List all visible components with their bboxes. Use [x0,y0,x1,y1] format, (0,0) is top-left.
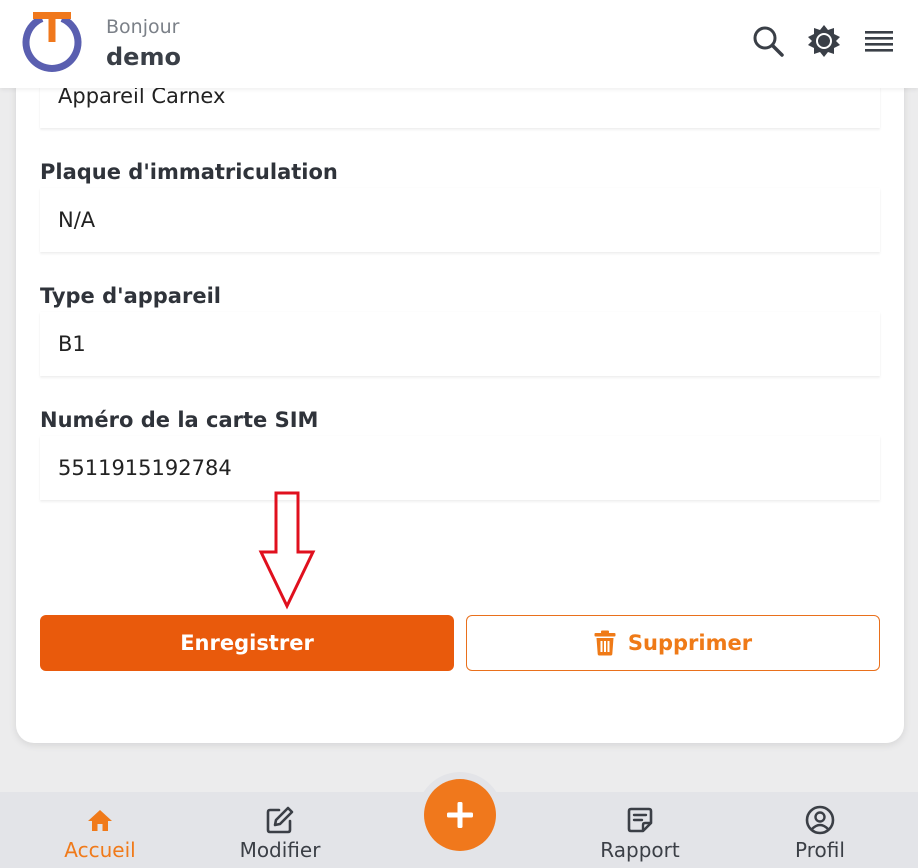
nav-item-accueil[interactable]: Accueil [40,792,160,868]
sim-number-field[interactable]: 5511915192784 [40,436,880,500]
sim-number-label: Numéro de la carte SIM [40,408,319,432]
sim-number-value: 5511915192784 [58,456,232,480]
username-text: demo [106,43,181,71]
nav-item-modifier[interactable]: Modifier [220,792,340,868]
save-button[interactable]: Enregistrer [40,615,454,671]
nav-item-profil[interactable]: Profil [760,792,880,868]
nav-label-accueil: Accueil [64,838,136,862]
search-icon[interactable] [751,24,785,58]
delete-button[interactable]: Supprimer [466,615,880,671]
plate-value: N/A [58,208,96,232]
save-button-label: Enregistrer [180,631,314,655]
trash-icon [594,630,616,656]
device-type-label: Type d'appareil [40,284,221,308]
edit-icon [266,806,294,834]
app-logo [22,12,82,72]
app-header: Bonjour demo [0,0,918,88]
device-type-field[interactable]: B1 [40,312,880,376]
plate-field[interactable]: N/A [40,188,880,252]
delete-button-label: Supprimer [627,631,753,655]
nav-label-modifier: Modifier [239,838,321,862]
nav-label-profil: Profil [795,838,845,862]
plate-label: Plaque d'immatriculation [40,160,338,184]
greeting-text: Bonjour [106,16,180,38]
menu-icon[interactable] [863,24,897,58]
nav-item-rapport[interactable]: Rapport [580,792,700,868]
home-icon [88,810,112,831]
profile-icon [805,805,835,835]
report-icon [627,807,653,833]
plus-icon [447,802,473,828]
annotation-arrow-icon [258,491,316,610]
brightness-icon[interactable] [807,24,841,58]
content-scroll-area[interactable]: Appareil Carnex Plaque d'immatriculation… [0,0,918,792]
device-type-value: B1 [58,332,86,356]
nav-label-rapport: Rapport [600,838,680,862]
add-button[interactable] [424,779,496,851]
